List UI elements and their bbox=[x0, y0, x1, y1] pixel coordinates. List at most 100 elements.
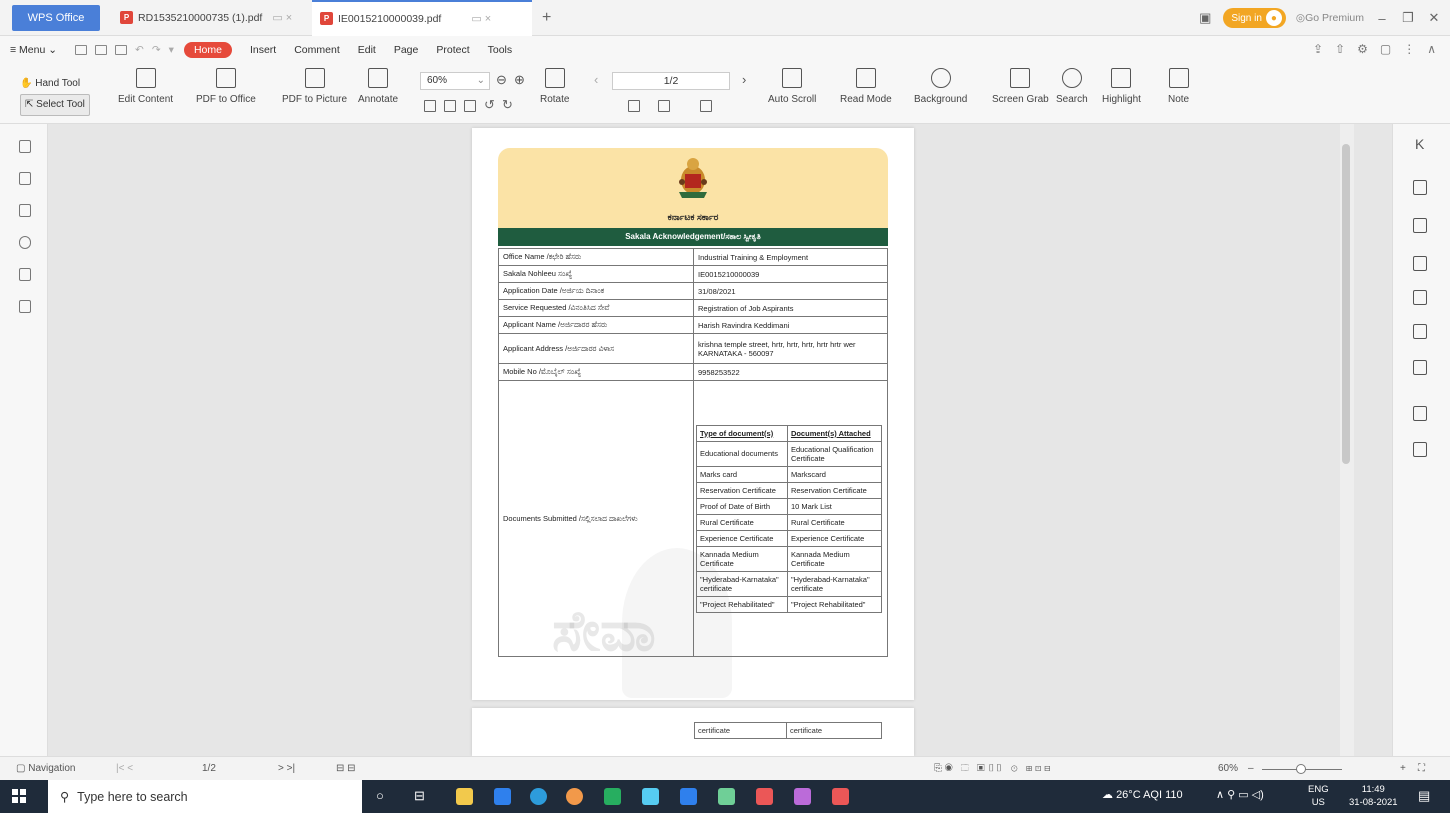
pdf-to-office-button[interactable]: PDF to Office bbox=[196, 68, 256, 105]
page-number-input[interactable]: 1/2 bbox=[612, 72, 730, 90]
doc-tab-1[interactable]: P RD1535210000735 (1).pdf ▭ × bbox=[112, 0, 312, 36]
status-view-icons[interactable]: ⎘ ◉ ⬚ ▣ ▯▯ ⊙ ⊞ ⊡ ⊟ bbox=[934, 763, 1051, 774]
edit-content-button[interactable]: Edit Content bbox=[118, 68, 173, 105]
prev-page-icon[interactable]: ‹ bbox=[594, 72, 598, 87]
tab-list-icon[interactable]: ▣ bbox=[1197, 10, 1213, 26]
clock[interactable]: 11:49 31-08-2021 bbox=[1349, 783, 1398, 809]
taskbar-search-input[interactable]: ⚲ Type here to search bbox=[48, 780, 362, 813]
cortana-icon[interactable]: ○ bbox=[376, 788, 384, 803]
print-side-icon[interactable] bbox=[1413, 406, 1427, 421]
convert-icon[interactable] bbox=[1413, 256, 1427, 271]
pdf-to-picture-button[interactable]: PDF to Picture bbox=[282, 68, 347, 105]
tab-close-icon[interactable]: ▭ × bbox=[471, 12, 491, 25]
last-page-icon[interactable]: > >| bbox=[278, 763, 295, 774]
search-button[interactable]: Search bbox=[1056, 68, 1088, 105]
print-icon[interactable] bbox=[115, 45, 128, 55]
tab-close-icon[interactable]: ▭ × bbox=[272, 11, 292, 24]
zoom-minus-icon[interactable]: – bbox=[1248, 763, 1254, 774]
edit-icon[interactable] bbox=[1413, 218, 1427, 233]
read-mode-button[interactable]: Read Mode bbox=[840, 68, 892, 105]
more-icon[interactable]: ⋮ bbox=[1403, 42, 1415, 56]
fit-icons[interactable]: ⊟ ⊟ bbox=[336, 763, 356, 774]
status-zoom-value[interactable]: 60% bbox=[1218, 763, 1238, 774]
zoom-select[interactable]: 60% ⌄ bbox=[420, 72, 490, 90]
file-explorer-icon[interactable] bbox=[456, 788, 473, 805]
zoom-slider-knob[interactable] bbox=[1296, 764, 1306, 774]
menu-tools[interactable]: Tools bbox=[488, 44, 513, 56]
scrollbar-thumb[interactable] bbox=[1342, 144, 1350, 464]
menu-edit[interactable]: Edit bbox=[358, 44, 376, 56]
fit-page-icon[interactable] bbox=[444, 100, 456, 112]
sign-icon[interactable] bbox=[1413, 324, 1427, 339]
select-tool-button[interactable]: ⇱ Select Tool bbox=[20, 94, 90, 116]
highlight-button[interactable]: Highlight bbox=[1102, 68, 1141, 105]
signature-icon[interactable] bbox=[19, 268, 31, 281]
double-page-icon[interactable] bbox=[658, 100, 670, 112]
note-button[interactable]: Note bbox=[1168, 68, 1189, 105]
navigation-button[interactable]: ▢ Navigation bbox=[16, 763, 76, 774]
app-icon-store[interactable] bbox=[680, 788, 697, 805]
export-icon[interactable] bbox=[1413, 180, 1427, 195]
attachment-icon[interactable] bbox=[19, 236, 31, 249]
settings-icon[interactable]: ⚙ bbox=[1357, 42, 1368, 56]
sign-in-button[interactable]: Sign in ● bbox=[1223, 8, 1286, 28]
app-icon-red[interactable] bbox=[756, 788, 773, 805]
chrome-icon[interactable] bbox=[566, 788, 583, 805]
hand-tool-button[interactable]: ✋ Hand Tool bbox=[20, 74, 90, 94]
menu-page[interactable]: Page bbox=[394, 44, 419, 56]
bookmark-icon[interactable] bbox=[19, 140, 31, 153]
new-tab-icon[interactable]: + bbox=[542, 9, 551, 27]
app-icon-network[interactable] bbox=[718, 788, 735, 805]
background-button[interactable]: Background bbox=[914, 68, 967, 105]
menu-button[interactable]: ≡ Menu ⌄ bbox=[10, 44, 57, 56]
edge-icon[interactable] bbox=[530, 788, 547, 805]
windows-start-icon[interactable] bbox=[12, 789, 26, 803]
single-page-icon[interactable] bbox=[628, 100, 640, 112]
rotate-left-icon[interactable]: ↺ bbox=[484, 97, 495, 113]
comment-panel-icon[interactable] bbox=[19, 204, 31, 217]
system-tray-icons[interactable]: ∧ ⚲ ▭ ◁) bbox=[1216, 788, 1264, 801]
next-page-icon[interactable]: › bbox=[742, 72, 746, 87]
text-direction-icon[interactable] bbox=[1413, 360, 1427, 375]
wps-office-tab[interactable]: WPS Office bbox=[12, 4, 100, 31]
share-icon[interactable]: ⇪ bbox=[1313, 42, 1323, 56]
collapse-ribbon-icon[interactable]: ∧ bbox=[1427, 42, 1436, 56]
weather-widget[interactable]: ☁ 26°C AQI 110 bbox=[1102, 788, 1183, 801]
annotate-button[interactable]: Annotate bbox=[358, 68, 398, 105]
close-icon[interactable]: ✕ bbox=[1426, 10, 1442, 26]
rotate-button[interactable]: Rotate bbox=[540, 68, 569, 105]
menu-home[interactable]: Home bbox=[183, 42, 232, 58]
screen-grab-button[interactable]: Screen Grab bbox=[992, 68, 1049, 105]
minimize-icon[interactable]: – bbox=[1374, 11, 1390, 26]
notification-icon[interactable]: ▤ bbox=[1418, 788, 1430, 804]
redo-icon[interactable]: ↷ bbox=[152, 44, 161, 56]
menu-protect[interactable]: Protect bbox=[436, 44, 469, 56]
menu-comment[interactable]: Comment bbox=[294, 44, 340, 56]
save-icon[interactable] bbox=[95, 45, 108, 55]
zoom-in-icon[interactable]: ⊕ bbox=[514, 72, 525, 88]
fullscreen-icon[interactable]: ⛶ bbox=[1418, 763, 1425, 774]
open-icon[interactable] bbox=[75, 45, 88, 55]
compress-icon[interactable] bbox=[1413, 442, 1427, 457]
doc-tab-2[interactable]: P IE0015210000039.pdf ▭ × bbox=[312, 0, 532, 36]
app-icon-blue[interactable] bbox=[642, 788, 659, 805]
thumbnail-icon[interactable] bbox=[19, 172, 31, 185]
qa-dropdown-icon[interactable]: ▾ bbox=[169, 44, 174, 56]
zoom-plus-icon[interactable]: + bbox=[1400, 763, 1406, 774]
undo-icon[interactable]: ↶ bbox=[135, 44, 144, 56]
wps-pdf-taskbar-icon[interactable] bbox=[832, 788, 849, 805]
status-page-number[interactable]: 1/2 bbox=[202, 763, 216, 774]
form-icon[interactable] bbox=[1413, 290, 1427, 305]
sync-icon[interactable]: ⇧ bbox=[1335, 42, 1345, 56]
language-indicator[interactable]: ENG US bbox=[1308, 783, 1329, 809]
vertical-scrollbar[interactable] bbox=[1340, 124, 1354, 756]
fit-width-icon[interactable] bbox=[464, 100, 476, 112]
restore-icon[interactable]: ❐ bbox=[1400, 10, 1416, 26]
menu-insert[interactable]: Insert bbox=[250, 44, 276, 56]
mail-icon[interactable] bbox=[494, 788, 511, 805]
comment-icon[interactable]: ▢ bbox=[1380, 42, 1391, 56]
zoom-out-icon[interactable]: ⊖ bbox=[496, 72, 507, 88]
auto-scroll-button[interactable]: Auto Scroll bbox=[768, 68, 816, 105]
actual-size-icon[interactable] bbox=[424, 100, 436, 112]
task-view-icon[interactable]: ⊟ bbox=[414, 788, 425, 804]
